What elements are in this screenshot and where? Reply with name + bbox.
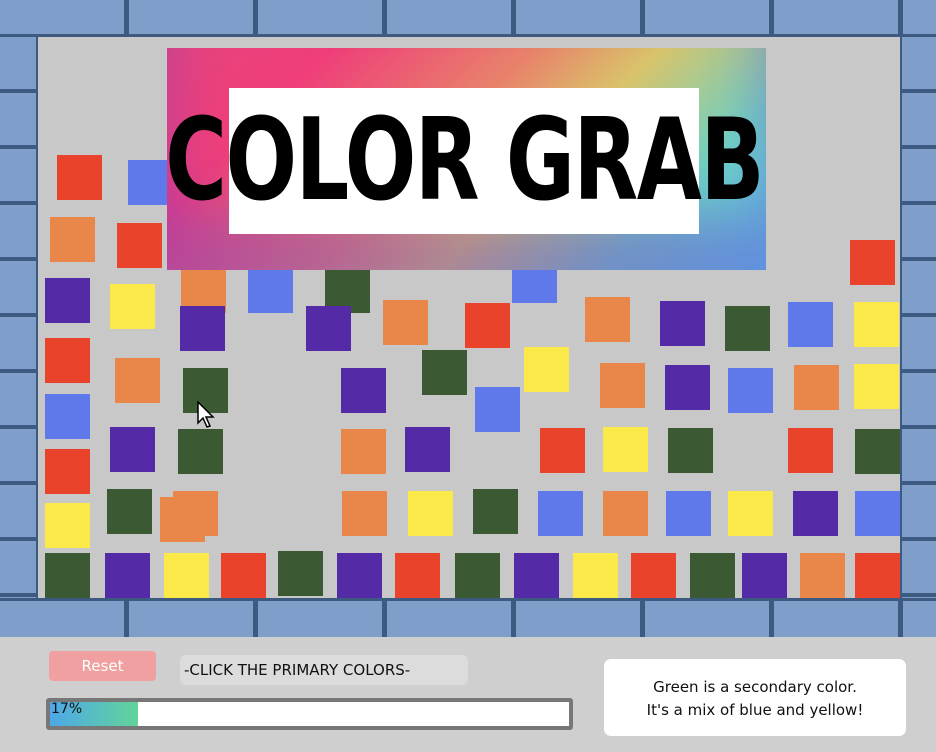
yellow-tile[interactable] [728,491,773,536]
yellow-tile[interactable] [524,347,569,392]
purple-tile[interactable] [660,301,705,346]
blue-tile[interactable] [666,491,711,536]
orange-tile[interactable] [800,553,845,598]
red-tile[interactable] [221,553,266,598]
yellow-tile[interactable] [603,427,648,472]
blue-tile[interactable] [475,387,520,432]
blue-tile[interactable] [538,491,583,536]
progress-track: 17% [50,701,569,726]
purple-tile[interactable] [742,553,787,598]
orange-tile[interactable] [50,217,95,262]
green-tile[interactable] [455,553,500,598]
title-box: COLOR GRAB [165,88,764,234]
purple-tile[interactable] [110,427,155,472]
orange-tile[interactable] [585,297,630,342]
green-tile[interactable] [668,428,713,473]
red-tile[interactable] [788,428,833,473]
green-tile[interactable] [45,553,90,598]
blue-tile[interactable] [788,302,833,347]
info-panel: Green is a secondary color. It's a mix o… [604,659,906,736]
brick-wall-bottom [0,598,936,637]
orange-tile[interactable] [603,491,648,536]
brick-wall-right [900,37,936,598]
purple-tile[interactable] [180,306,225,351]
instruction-label: -CLICK THE PRIMARY COLORS- [180,655,468,685]
blue-tile[interactable] [248,268,293,313]
blue-tile[interactable] [855,491,900,536]
green-tile[interactable] [725,306,770,351]
red-tile[interactable] [395,553,440,598]
purple-tile[interactable] [665,365,710,410]
green-tile[interactable] [422,350,467,395]
purple-tile[interactable] [105,553,150,598]
yellow-tile[interactable] [854,302,899,347]
yellow-tile[interactable] [854,364,899,409]
orange-tile[interactable] [160,497,205,542]
orange-tile[interactable] [794,365,839,410]
red-tile[interactable] [45,449,90,494]
red-tile[interactable] [57,155,102,200]
purple-tile[interactable] [793,491,838,536]
purple-tile[interactable] [341,368,386,413]
purple-tile[interactable] [45,278,90,323]
yellow-tile[interactable] [110,284,155,329]
red-tile[interactable] [631,553,676,598]
yellow-tile[interactable] [45,503,90,548]
yellow-tile[interactable] [573,553,618,598]
title-banner: COLOR GRAB [165,48,766,270]
purple-tile[interactable] [514,553,559,598]
blue-tile[interactable] [45,394,90,439]
yellow-tile[interactable] [408,491,453,536]
info-line-1: Green is a secondary color. [653,678,857,696]
red-tile[interactable] [117,223,162,268]
red-tile[interactable] [540,428,585,473]
info-line-2: It's a mix of blue and yellow! [646,701,864,719]
orange-tile[interactable] [600,363,645,408]
green-tile[interactable] [278,551,323,596]
reset-button[interactable]: Reset [49,651,156,681]
brick-wall-left [0,37,38,598]
orange-tile[interactable] [342,491,387,536]
brick-wall-top [0,0,936,37]
red-tile[interactable] [45,338,90,383]
green-tile[interactable] [855,429,900,474]
red-tile[interactable] [855,553,900,598]
orange-tile[interactable] [383,300,428,345]
progress-label: 17% [51,701,83,717]
red-tile[interactable] [465,303,510,348]
green-tile[interactable] [690,553,735,598]
purple-tile[interactable] [337,553,382,598]
mouse-cursor-icon [197,401,215,428]
purple-tile[interactable] [405,427,450,472]
orange-tile[interactable] [341,429,386,474]
red-tile[interactable] [850,240,895,285]
game-title: COLOR GRAB [165,94,764,227]
game-stage: COLOR GRAB [0,0,936,637]
orange-tile[interactable] [115,358,160,403]
green-tile[interactable] [473,489,518,534]
purple-tile[interactable] [306,306,351,351]
green-tile[interactable] [107,489,152,534]
progress-bar: 17% [46,698,573,730]
green-tile[interactable] [178,429,223,474]
yellow-tile[interactable] [164,553,209,598]
blue-tile[interactable] [728,368,773,413]
